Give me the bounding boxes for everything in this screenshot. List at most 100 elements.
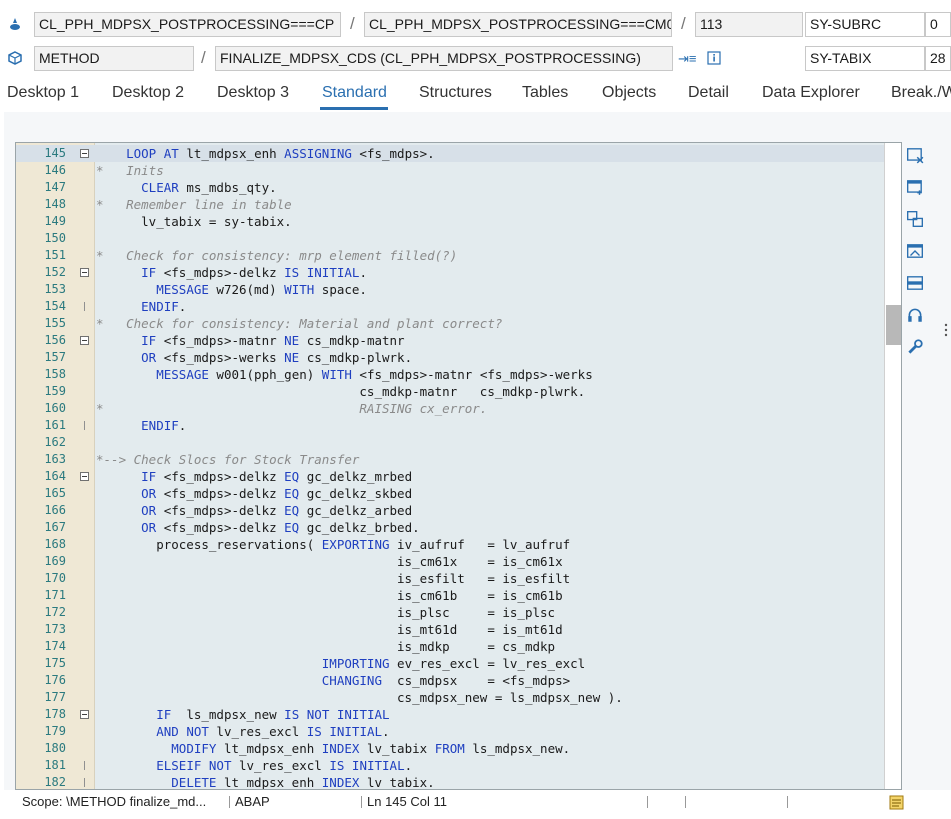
code-text[interactable]: IF <fs_mdps>-matnr NE cs_mdkp-matnr: [96, 332, 404, 349]
line-number[interactable]: 164: [16, 468, 66, 485]
line-number[interactable]: 170: [16, 570, 66, 587]
code-text[interactable]: cs_mdpsx_new = ls_mdpsx_new ).: [96, 689, 623, 706]
code-text[interactable]: ENDIF.: [96, 417, 186, 434]
code-text[interactable]: OR <fs_mdps>-delkz EQ gc_delkz_brbed.: [96, 519, 419, 536]
code-line[interactable]: 156 IF <fs_mdps>-matnr NE cs_mdkp-matnr: [16, 332, 901, 349]
tab-desktop-1[interactable]: Desktop 1: [7, 84, 79, 102]
line-number[interactable]: 157: [16, 349, 66, 366]
code-line[interactable]: 173 is_mt61d = is_mt61d: [16, 621, 901, 638]
code-line[interactable]: 174 is_mdkp = cs_mdkp: [16, 638, 901, 655]
line-number[interactable]: 178: [16, 706, 66, 723]
code-line[interactable]: 159 cs_mdkp-matnr cs_mdkp-plwrk.: [16, 383, 901, 400]
code-text[interactable]: AND NOT lv_res_excl IS INITIAL.: [96, 723, 389, 740]
tab-desktop-2[interactable]: Desktop 2: [112, 84, 184, 102]
collapse-block-icon[interactable]: [80, 268, 89, 277]
tab-standard[interactable]: Standard: [322, 84, 387, 102]
code-line[interactable]: 154 ENDIF.: [16, 298, 901, 315]
line-number[interactable]: 159: [16, 383, 66, 400]
code-line[interactable]: 145 LOOP AT lt_mdpsx_enh ASSIGNING <fs_m…: [16, 145, 901, 162]
code-text[interactable]: IMPORTING ev_res_excl = lv_res_excl: [96, 655, 585, 672]
line-number[interactable]: 162: [16, 434, 66, 451]
code-text[interactable]: ENDIF.: [96, 298, 186, 315]
line-number[interactable]: 167: [16, 519, 66, 536]
code-line[interactable]: 172 is_plsc = is_plsc: [16, 604, 901, 621]
code-text[interactable]: is_mdkp = cs_mdkp: [96, 638, 555, 655]
code-text[interactable]: is_esfilt = is_esfilt: [96, 570, 570, 587]
line-number[interactable]: 179: [16, 723, 66, 740]
code-line[interactable]: 146 * Inits: [16, 162, 901, 179]
code-text[interactable]: is_mt61d = is_mt61d: [96, 621, 563, 638]
code-text[interactable]: MESSAGE w001(pph_gen) WITH <fs_mdps>-mat…: [96, 366, 593, 383]
line-number[interactable]: 177: [16, 689, 66, 706]
wrench-icon[interactable]: [906, 338, 924, 356]
line-number[interactable]: 172: [16, 604, 66, 621]
code-line[interactable]: 165 OR <fs_mdps>-delkz EQ gc_delkz_skbed: [16, 485, 901, 502]
line-number-field[interactable]: 113: [695, 12, 803, 37]
code-line[interactable]: 151 * Check for consistency: mrp element …: [16, 247, 901, 264]
code-text[interactable]: MODIFY lt_mdpsx_enh INDEX lv_tabix FROM …: [96, 740, 570, 757]
line-number[interactable]: 160: [16, 400, 66, 417]
line-number[interactable]: 153: [16, 281, 66, 298]
variable-value-field[interactable]: 0: [925, 12, 951, 37]
code-line[interactable]: 170 is_esfilt = is_esfilt: [16, 570, 901, 587]
code-text[interactable]: IF <fs_mdps>-delkz EQ gc_delkz_mrbed: [96, 468, 412, 485]
code-text[interactable]: LOOP AT lt_mdpsx_enh ASSIGNING <fs_mdps>…: [96, 145, 435, 162]
collapse-block-icon[interactable]: [80, 472, 89, 481]
line-number[interactable]: 152: [16, 264, 66, 281]
code-text[interactable]: * RAISING cx_error.: [96, 400, 487, 417]
line-number[interactable]: 165: [16, 485, 66, 502]
code-line[interactable]: 178 IF ls_mdpsx_new IS NOT INITIAL: [16, 706, 901, 723]
line-number[interactable]: 173: [16, 621, 66, 638]
line-number[interactable]: 154: [16, 298, 66, 315]
code-text[interactable]: *--> Check Slocs for Stock Transfer: [96, 451, 359, 468]
tab-detail[interactable]: Detail: [688, 84, 729, 102]
code-text[interactable]: * Check for consistency: Material and pl…: [96, 315, 502, 332]
collapse-block-icon[interactable]: [80, 149, 89, 158]
code-text[interactable]: IF ls_mdpsx_new IS NOT INITIAL: [96, 706, 389, 723]
scrollbar-thumb[interactable]: [886, 305, 901, 345]
code-line[interactable]: 169 is_cm61x = is_cm61x: [16, 553, 901, 570]
code-text[interactable]: is_cm61b = is_cm61b: [96, 587, 563, 604]
code-text[interactable]: CLEAR ms_mdbs_qty.: [96, 179, 276, 196]
code-line[interactable]: 176 CHANGING cs_mdpsx = <fs_mdps>: [16, 672, 901, 689]
code-line[interactable]: 181 ELSEIF NOT lv_res_excl IS INITIAL.: [16, 757, 901, 774]
line-number[interactable]: 148: [16, 196, 66, 213]
collapse-block-icon[interactable]: [80, 336, 89, 345]
code-text[interactable]: process_reservations( EXPORTING iv_aufru…: [96, 536, 570, 553]
close-editor-icon[interactable]: [906, 146, 924, 164]
code-line[interactable]: 149 lv_tabix = sy-tabix.: [16, 213, 901, 230]
code-text[interactable]: DELETE lt_mdpsx_enh INDEX lv_tabix.: [96, 774, 434, 789]
code-line[interactable]: 155 * Check for consistency: Material and…: [16, 315, 901, 332]
code-line[interactable]: 167 OR <fs_mdps>-delkz EQ gc_delkz_brbed…: [16, 519, 901, 536]
line-number[interactable]: 155: [16, 315, 66, 332]
line-number[interactable]: 168: [16, 536, 66, 553]
source-code-editor[interactable]: 145 LOOP AT lt_mdpsx_enh ASSIGNING <fs_m…: [15, 142, 902, 790]
new-window-icon[interactable]: [906, 178, 924, 196]
code-line[interactable]: 177 cs_mdpsx_new = ls_mdpsx_new ).: [16, 689, 901, 706]
line-number[interactable]: 156: [16, 332, 66, 349]
line-number[interactable]: 151: [16, 247, 66, 264]
tab-tables[interactable]: Tables: [522, 84, 568, 102]
code-line[interactable]: 164 IF <fs_mdps>-delkz EQ gc_delkz_mrbed: [16, 468, 901, 485]
line-number[interactable]: 171: [16, 587, 66, 604]
line-number[interactable]: 146: [16, 162, 66, 179]
line-number[interactable]: 163: [16, 451, 66, 468]
event-type-field[interactable]: METHOD: [34, 46, 194, 71]
layout-icon[interactable]: [906, 274, 924, 292]
line-number[interactable]: 174: [16, 638, 66, 655]
code-text[interactable]: lv_tabix = sy-tabix.: [96, 213, 292, 230]
code-line[interactable]: 166 OR <fs_mdps>-delkz EQ gc_delkz_arbed: [16, 502, 901, 519]
code-line[interactable]: 171 is_cm61b = is_cm61b: [16, 587, 901, 604]
collapse-block-icon[interactable]: [80, 710, 89, 719]
code-line[interactable]: 147 CLEAR ms_mdbs_qty.: [16, 179, 901, 196]
list-navigate-icon[interactable]: ⇥≡: [678, 51, 696, 67]
notepad-icon[interactable]: [889, 795, 904, 810]
code-line[interactable]: 148 * Remember line in table: [16, 196, 901, 213]
line-number[interactable]: 180: [16, 740, 66, 757]
code-line[interactable]: 163 *--> Check Slocs for Stock Transfer: [16, 451, 901, 468]
info-icon[interactable]: [707, 51, 721, 65]
line-number[interactable]: 169: [16, 553, 66, 570]
code-text[interactable]: MESSAGE w726(md) WITH space.: [96, 281, 367, 298]
include-field[interactable]: CL_PPH_MDPSX_POSTPROCESSING===CM049: [364, 12, 672, 37]
code-line[interactable]: 180 MODIFY lt_mdpsx_enh INDEX lv_tabix F…: [16, 740, 901, 757]
